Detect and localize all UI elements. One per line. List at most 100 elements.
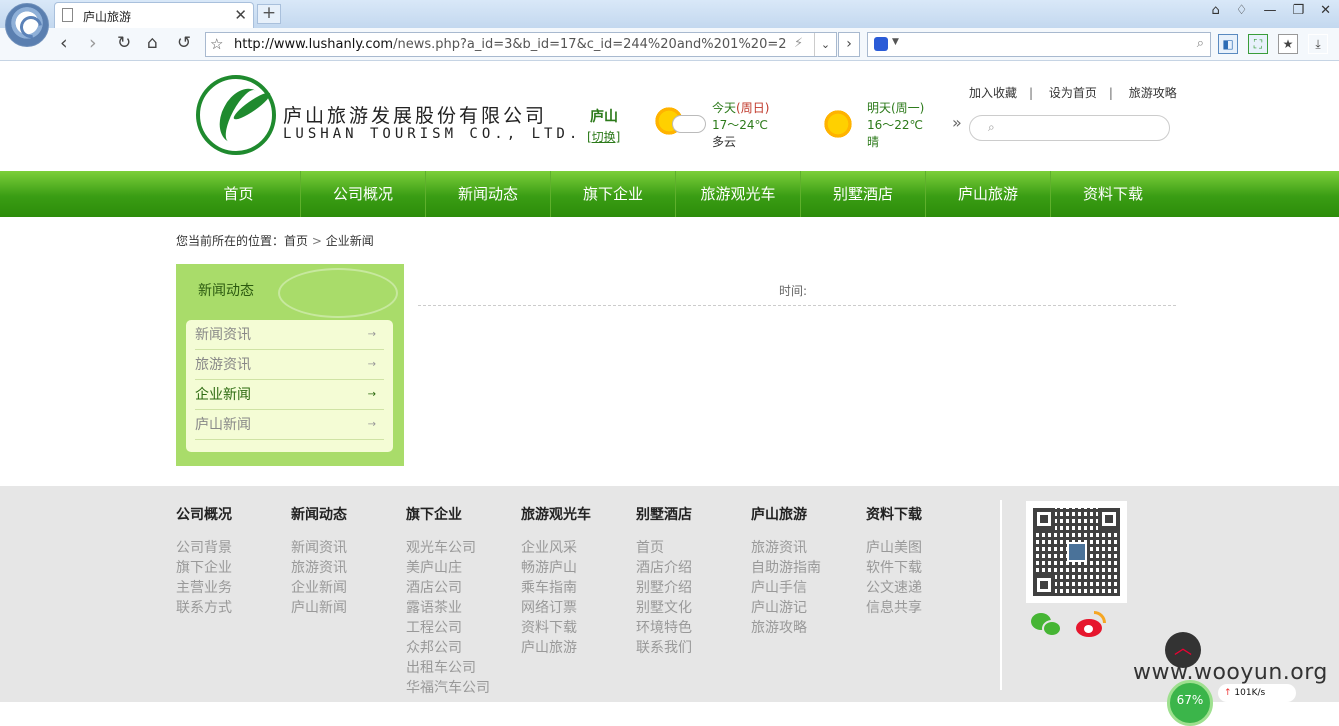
footer-link[interactable]: 庐山游记 xyxy=(751,598,861,618)
lock-icon[interactable]: ⌂ xyxy=(1212,3,1220,18)
nav-item-news[interactable]: 新闻动态 xyxy=(425,171,550,217)
sidebar-item-company-news[interactable]: 企业新闻 → xyxy=(195,380,384,410)
favorites-icon[interactable]: ★ xyxy=(1278,34,1298,54)
nav-item-company[interactable]: 公司概况 xyxy=(300,171,425,217)
footer-link[interactable]: 联系我们 xyxy=(636,638,746,658)
footer-link[interactable]: 企业新闻 xyxy=(291,578,401,598)
footer-link[interactable]: 畅游庐山 xyxy=(521,558,631,578)
sidebar-item-news-info[interactable]: 新闻资讯 → xyxy=(195,320,384,350)
footer-link[interactable]: 企业风采 xyxy=(521,538,631,558)
back-icon[interactable]: ‹ xyxy=(60,33,68,53)
address-bar[interactable]: ☆ http://www.lushanly.com/news.php?a_id=… xyxy=(205,32,837,57)
footer-link[interactable]: 酒店介绍 xyxy=(636,558,746,578)
engine-dropdown-icon[interactable]: ▼ xyxy=(892,37,899,47)
speed-mode-icon[interactable]: ⚡ xyxy=(794,36,803,51)
footer-link[interactable]: 庐山手信 xyxy=(751,578,861,598)
floral-decoration xyxy=(278,268,398,318)
search-icon[interactable]: ⌕ xyxy=(988,120,995,135)
home-icon[interactable]: ⌂ xyxy=(147,33,158,53)
url-dropdown-icon[interactable]: ⌄ xyxy=(814,33,836,56)
footer-link[interactable]: 众邦公司 xyxy=(406,638,516,658)
set-homepage-link[interactable]: 设为首页 xyxy=(1049,86,1097,100)
forward-icon[interactable]: › xyxy=(89,33,97,53)
breadcrumb-home-link[interactable]: 首页 xyxy=(284,234,308,248)
sidebar-item-travel-info[interactable]: 旅游资讯 → xyxy=(195,350,384,380)
footer-link[interactable]: 旅游资讯 xyxy=(291,558,401,578)
footer-link[interactable]: 主营业务 xyxy=(176,578,286,598)
footer-link[interactable]: 露语茶业 xyxy=(406,598,516,618)
restore-button[interactable]: ❐ xyxy=(1292,3,1304,18)
footer-link[interactable]: 酒店公司 xyxy=(406,578,516,598)
nav-item-villa-hotel[interactable]: 别墅酒店 xyxy=(800,171,925,217)
footer-link[interactable]: 乘车指南 xyxy=(521,578,631,598)
site-logo[interactable] xyxy=(196,75,276,155)
sun-icon xyxy=(822,108,854,140)
footer-link[interactable]: 别墅文化 xyxy=(636,598,746,618)
footer-link[interactable]: 联系方式 xyxy=(176,598,286,618)
footer-link[interactable]: 软件下载 xyxy=(866,558,976,578)
minimize-button[interactable]: — xyxy=(1263,3,1276,18)
footer-link[interactable]: 新闻资讯 xyxy=(291,538,401,558)
download-icon[interactable]: ⤓ xyxy=(1308,34,1328,54)
footer-link[interactable]: 网络订票 xyxy=(521,598,631,618)
add-favorite-link[interactable]: 加入收藏 xyxy=(969,86,1017,100)
arrow-right-icon: → xyxy=(367,329,376,340)
window-controls: ⌂ ♢ — ❐ ✕ xyxy=(1212,3,1331,18)
footer-link[interactable]: 旅游攻略 xyxy=(751,618,861,638)
wechat-icon[interactable] xyxy=(1031,613,1062,639)
nav-item-lushan-travel[interactable]: 庐山旅游 xyxy=(925,171,1050,217)
search-engine-icon[interactable] xyxy=(874,37,888,51)
browser-toolbar: ‹ › ↻ ⌂ ↺ ☆ http://www.lushanly.com/news… xyxy=(0,28,1339,61)
search-icon[interactable]: ⌕ xyxy=(1197,36,1204,51)
close-button[interactable]: ✕ xyxy=(1320,3,1331,18)
footer-link[interactable]: 旗下企业 xyxy=(176,558,286,578)
footer-link[interactable]: 资料下载 xyxy=(521,618,631,638)
go-button[interactable]: › xyxy=(838,32,860,57)
footer-link[interactable]: 庐山旅游 xyxy=(521,638,631,658)
footer-link[interactable]: 公文速递 xyxy=(866,578,976,598)
footer-column-news: 新闻动态 新闻资讯 旅游资讯 企业新闻 庐山新闻 xyxy=(291,504,401,618)
browser-search-box[interactable]: ▼ ⌕ xyxy=(867,32,1211,57)
footer-link[interactable]: 观光车公司 xyxy=(406,538,516,558)
undo-icon[interactable]: ↺ xyxy=(177,33,191,53)
browser-tab[interactable]: 庐山旅游 ✕ xyxy=(54,2,254,28)
footer-link[interactable]: 出租车公司 xyxy=(406,658,516,678)
bookmark-star-icon[interactable]: ☆ xyxy=(210,35,223,53)
footer-link[interactable]: 旅游资讯 xyxy=(751,538,861,558)
cloud-icon xyxy=(672,115,706,133)
footer-link[interactable]: 庐山美图 xyxy=(866,538,976,558)
tab-close-icon[interactable]: ✕ xyxy=(234,6,247,24)
footer-link[interactable]: 别墅介绍 xyxy=(636,578,746,598)
footer-link[interactable]: 美庐山庄 xyxy=(406,558,516,578)
footer-link[interactable]: 华福汽车公司 xyxy=(406,678,516,698)
footer-link[interactable]: 自助游指南 xyxy=(751,558,861,578)
nav-item-enterprises[interactable]: 旗下企业 xyxy=(550,171,675,217)
footer-link[interactable]: 信息共享 xyxy=(866,598,976,618)
footer-link[interactable]: 首页 xyxy=(636,538,746,558)
sidebar-item-lushan-news[interactable]: 庐山新闻 → xyxy=(195,410,384,440)
memory-meter[interactable]: 67% xyxy=(1167,680,1213,726)
footer-link[interactable]: 公司背景 xyxy=(176,538,286,558)
screenshot-icon[interactable]: ⛶ xyxy=(1248,34,1268,54)
browser-logo-icon[interactable] xyxy=(5,3,49,47)
weibo-icon[interactable] xyxy=(1076,611,1108,639)
footer-column-company: 公司概况 公司背景 旗下企业 主营业务 联系方式 xyxy=(176,504,286,618)
sidebar-toggle-icon[interactable]: ◧ xyxy=(1218,34,1238,54)
arrow-right-icon: → xyxy=(367,419,376,430)
nav-item-sightseeing-bus[interactable]: 旅游观光车 xyxy=(675,171,800,217)
footer-link[interactable]: 环境特色 xyxy=(636,618,746,638)
top-links: 加入收藏 | 设为首页 | 旅游攻略 xyxy=(969,86,1177,100)
footer-link[interactable]: 工程公司 xyxy=(406,618,516,638)
refresh-icon[interactable]: ↻ xyxy=(117,33,131,53)
site-search-input[interactable]: ⌕ xyxy=(969,115,1170,141)
city-switch-link[interactable]: [切换] xyxy=(587,128,620,145)
nav-item-downloads[interactable]: 资料下载 xyxy=(1050,171,1175,217)
nav-item-home[interactable]: 首页 xyxy=(176,171,301,217)
travel-guide-link[interactable]: 旅游攻略 xyxy=(1129,86,1177,100)
footer-link[interactable]: 庐山新闻 xyxy=(291,598,401,618)
url-text[interactable]: http://www.lushanly.com/news.php?a_id=3&… xyxy=(234,37,787,52)
weather-more-icon[interactable]: » xyxy=(952,113,962,132)
skin-icon[interactable]: ♢ xyxy=(1236,3,1248,18)
new-tab-button[interactable]: + xyxy=(257,4,281,24)
main-nav: 首页 公司概况 新闻动态 旗下企业 旅游观光车 别墅酒店 庐山旅游 资料下载 xyxy=(0,171,1339,217)
